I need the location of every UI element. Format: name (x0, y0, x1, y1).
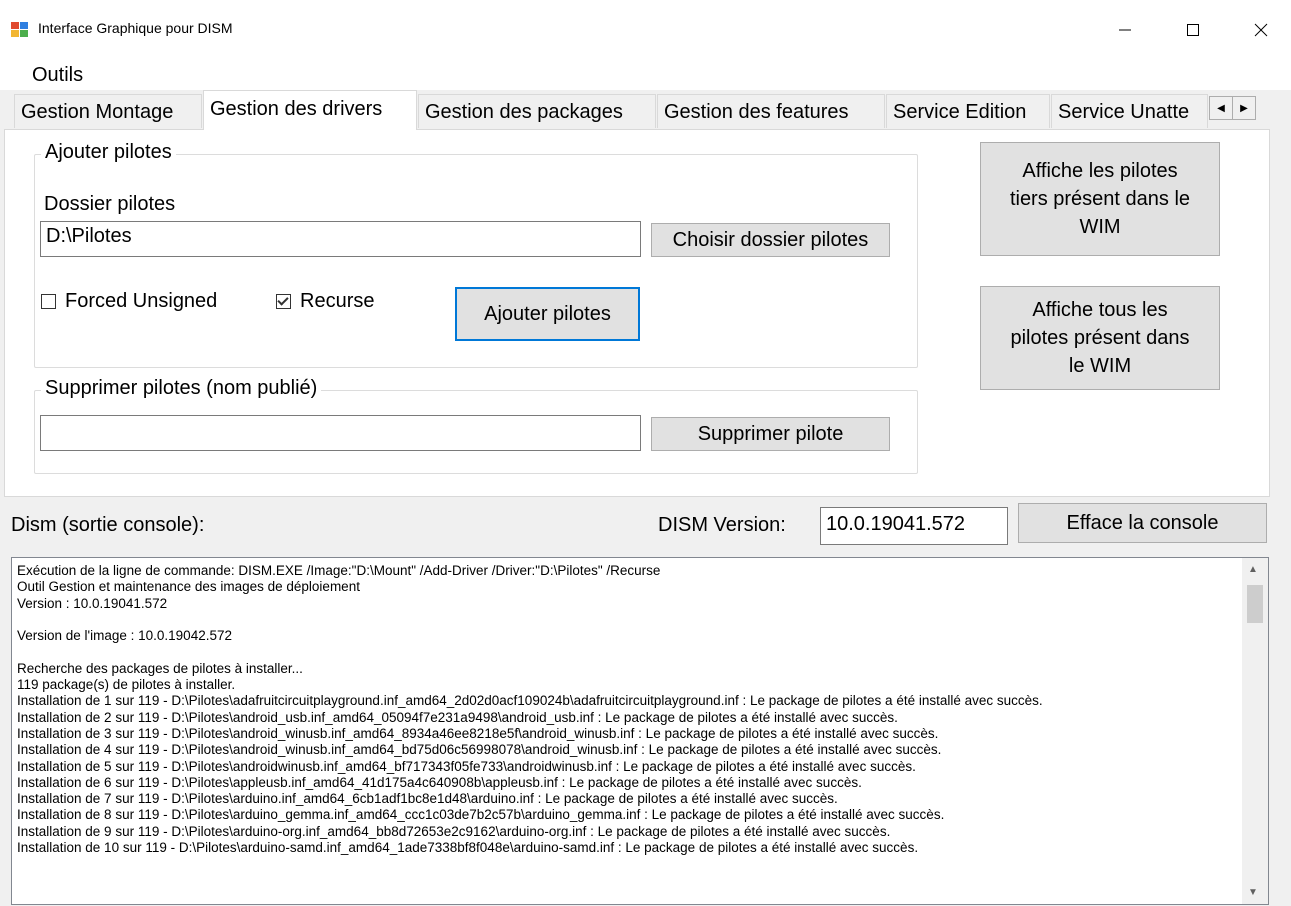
third-party-line-3: WIM (1079, 216, 1121, 238)
folder-label: Dossier pilotes (44, 193, 176, 215)
arrow-right-icon: ▶ (1240, 102, 1248, 114)
console-scrollbar[interactable]: ▲ ▼ (1242, 558, 1268, 904)
tab-gestion-drivers[interactable]: Gestion des drivers (203, 90, 417, 130)
console-line: Installation de 6 sur 119 - D:\Pilotes\a… (17, 774, 862, 790)
console-line: Installation de 4 sur 119 - D:\Pilotes\a… (17, 742, 942, 758)
add-drivers-button[interactable]: Ajouter pilotes (455, 287, 640, 341)
published-name-input[interactable] (40, 415, 641, 451)
scroll-thumb[interactable] (1247, 585, 1263, 623)
forced-unsigned-checkbox[interactable]: Forced Unsigned (41, 290, 217, 313)
console-line: Installation de 8 sur 119 - D:\Pilotes\a… (17, 807, 945, 823)
console-line: Outil Gestion et maintenance des images … (17, 579, 360, 595)
console-text: Exécution de la ligne de commande: DISM.… (17, 563, 1239, 903)
all-drivers-line-3: le WIM (1068, 355, 1132, 377)
app-icon (11, 22, 28, 37)
drivers-tab-panel: Ajouter pilotes Dossier pilotes D:\Pilot… (4, 129, 1270, 497)
menu-bar: Outils (0, 62, 1291, 90)
console-line: Installation de 1 sur 119 - D:\Pilotes\a… (17, 693, 1043, 709)
all-drivers-line-1: Affiche tous les (1032, 299, 1168, 321)
tab-scroll-left-button[interactable]: ◀ (1209, 96, 1233, 120)
add-drivers-group: Ajouter pilotes Dossier pilotes D:\Pilot… (34, 141, 918, 368)
console-line: 119 package(s) de pilotes à installer. (17, 677, 236, 693)
console-line: Version de l'image : 10.0.19042.572 (17, 628, 232, 644)
close-icon (1254, 23, 1268, 37)
checkbox-unchecked-icon (41, 294, 56, 309)
folder-path-input[interactable]: D:\Pilotes (40, 221, 641, 257)
close-button[interactable] (1238, 8, 1284, 52)
show-all-drivers-button[interactable]: Affiche tous les pilotes présent dans le… (980, 286, 1220, 390)
console-output[interactable]: Exécution de la ligne de commande: DISM.… (11, 557, 1269, 905)
remove-drivers-group-title: Supprimer pilotes (nom publié) (41, 377, 322, 400)
maximize-button[interactable] (1170, 8, 1216, 52)
console-line: Installation de 3 sur 119 - D:\Pilotes\a… (17, 725, 939, 741)
remove-drivers-group: Supprimer pilotes (nom publié) Supprimer… (34, 377, 918, 474)
recurse-checkbox[interactable]: Recurse (276, 290, 374, 313)
clear-console-button[interactable]: Efface la console (1018, 503, 1267, 543)
console-line: Installation de 2 sur 119 - D:\Pilotes\a… (17, 709, 898, 725)
tab-scroll-right-button[interactable]: ▶ (1232, 96, 1256, 120)
maximize-icon (1187, 24, 1199, 36)
console-line: Installation de 7 sur 119 - D:\Pilotes\a… (17, 791, 838, 807)
tab-strip: Gestion Montage Gestion des drivers Gest… (0, 90, 1291, 130)
checkbox-checked-icon (276, 294, 291, 309)
recurse-label: Recurse (300, 290, 375, 312)
arrow-left-icon: ◀ (1217, 102, 1225, 114)
forced-unsigned-label: Forced Unsigned (65, 290, 218, 312)
remove-driver-button[interactable]: Supprimer pilote (651, 417, 890, 451)
tab-service-edition[interactable]: Service Edition (886, 94, 1050, 128)
scroll-down-icon[interactable]: ▼ (1248, 887, 1258, 898)
dism-version-label: DISM Version: (658, 514, 786, 536)
tab-service-unattend[interactable]: Service Unatte (1051, 94, 1208, 128)
console-line: Installation de 9 sur 119 - D:\Pilotes\a… (17, 823, 891, 839)
minimize-button[interactable] (1102, 8, 1148, 52)
console-line: Recherche des packages de pilotes à inst… (17, 660, 303, 676)
tab-gestion-montage[interactable]: Gestion Montage (14, 94, 202, 128)
menu-outils[interactable]: Outils (32, 64, 83, 87)
show-third-party-drivers-button[interactable]: Affiche les pilotes tiers présent dans l… (980, 142, 1220, 256)
console-line: Installation de 5 sur 119 - D:\Pilotes\a… (17, 758, 916, 774)
scroll-up-icon[interactable]: ▲ (1248, 564, 1258, 575)
console-line: Version : 10.0.19041.572 (17, 595, 168, 611)
console-label: Dism (sortie console): (11, 514, 205, 536)
console-line: Exécution de la ligne de commande: DISM.… (17, 563, 661, 578)
window-title: Interface Graphique pour DISM (38, 20, 233, 36)
third-party-line-2: tiers présent dans le (1009, 188, 1191, 210)
choose-folder-button[interactable]: Choisir dossier pilotes (651, 223, 890, 257)
tab-gestion-features[interactable]: Gestion des features (657, 94, 885, 128)
console-line: Installation de 10 sur 119 - D:\Pilotes\… (17, 840, 919, 856)
all-drivers-line-2: pilotes présent dans (1010, 327, 1190, 349)
minimize-icon (1119, 29, 1131, 31)
add-drivers-group-title: Ajouter pilotes (41, 141, 176, 164)
tab-gestion-packages[interactable]: Gestion des packages (418, 94, 656, 128)
third-party-line-1: Affiche les pilotes (1022, 160, 1178, 182)
dism-version-field[interactable]: 10.0.19041.572 (820, 507, 1008, 545)
title-bar: Interface Graphique pour DISM (0, 0, 1291, 62)
